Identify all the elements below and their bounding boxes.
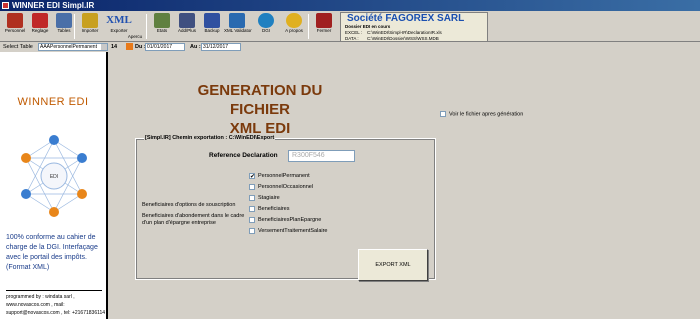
company-panel: Société FAGOREX SARL Dossier EDI en cour… bbox=[340, 12, 488, 42]
side-label-options: Beneficiaires d'options de souscription bbox=[142, 202, 236, 208]
type-option-beneficiaires-plan-epargne[interactable]: BeneficiairesPlanEpargne bbox=[249, 215, 328, 226]
dossier-label: Dossier EDI en cours bbox=[345, 24, 391, 29]
tools-icon bbox=[32, 13, 48, 28]
reports-icon bbox=[154, 13, 170, 28]
toolbar-separator bbox=[74, 14, 75, 39]
type-checkbox[interactable] bbox=[249, 227, 255, 234]
page-title: GENERATION DU FICHIER XML EDI bbox=[197, 82, 323, 137]
edi-diagram: EDI bbox=[21, 135, 87, 217]
credit-text: programmed by : windata sarl , www.novas… bbox=[6, 294, 106, 316]
type-list: PersonnelPermanent PersonnelOccasionnel … bbox=[249, 171, 328, 237]
fermer-button[interactable]: Fermer bbox=[311, 13, 337, 40]
type-option-personnel-occasionnel[interactable]: PersonnelOccasionnel bbox=[249, 182, 328, 193]
calendar-icon[interactable] bbox=[126, 43, 133, 50]
add-icon bbox=[179, 13, 195, 28]
excel-label: EXCEL : bbox=[345, 30, 363, 35]
importer-button[interactable]: Importer bbox=[77, 13, 103, 40]
app-icon bbox=[2, 2, 9, 9]
type-checkbox[interactable] bbox=[249, 183, 255, 190]
data-label: DATA : bbox=[345, 36, 359, 41]
type-option-personnel-permanent[interactable]: PersonnelPermanent bbox=[249, 171, 328, 183]
to-label: Au : bbox=[190, 44, 201, 50]
exit-icon bbox=[316, 13, 332, 28]
reference-input[interactable]: R300F546 bbox=[288, 150, 355, 162]
ref-label: Reference Declaration bbox=[209, 152, 278, 159]
table-select[interactable]: AAAPersonnelPermanent bbox=[38, 43, 108, 51]
dgi-button[interactable]: DGI bbox=[253, 13, 279, 40]
a-propos-button[interactable]: A propos bbox=[281, 13, 307, 40]
data-path: C:\WinEDI\Dossier\WSS\WSS.MDB bbox=[367, 36, 439, 41]
add-plus-button[interactable]: Add/Plus bbox=[174, 13, 200, 40]
toolbar-separator bbox=[308, 14, 309, 39]
etats-button[interactable]: Etats bbox=[149, 13, 175, 40]
record-count: 14 bbox=[111, 44, 118, 50]
xml-validator-button[interactable]: XML Validator bbox=[224, 13, 252, 40]
about-icon bbox=[286, 13, 302, 28]
side-label-abondement: Beneficiaires d'abondement dans le cadre… bbox=[142, 213, 245, 226]
personnel-button[interactable]: Personnel bbox=[2, 13, 28, 40]
xml-export-icon: XML bbox=[106, 14, 132, 26]
select-table-bar: Select Table AAAPersonnelPermanent 14 Du… bbox=[0, 42, 700, 52]
export-xml-button[interactable]: EXPORT XML bbox=[358, 249, 428, 281]
type-checkbox[interactable] bbox=[249, 216, 255, 223]
app-window: WINNER EDI Simpl.IR Personnel Reglage Ta… bbox=[0, 0, 700, 319]
company-name: Société FAGOREX SARL bbox=[347, 13, 465, 24]
left-panel: WINNER EDI EDI 100% conforme au cahier d… bbox=[0, 52, 108, 319]
toolbar-separator bbox=[146, 14, 147, 39]
window-title: WINNER EDI Simpl.IR bbox=[12, 1, 95, 10]
table-icon bbox=[56, 13, 72, 28]
people-icon bbox=[7, 13, 23, 28]
show-file-option[interactable]: Voir le fichier apres génération bbox=[440, 111, 523, 117]
type-option-stagiaire[interactable]: Stagiaire bbox=[249, 193, 328, 204]
validator-icon bbox=[229, 13, 245, 28]
tagline: 100% conforme au cahier de charge de la … bbox=[6, 234, 98, 271]
show-file-checkbox[interactable] bbox=[440, 111, 446, 117]
apercu-button[interactable]: Apercu bbox=[122, 27, 148, 40]
type-option-beneficiaires[interactable]: Beneficiaires bbox=[249, 204, 328, 215]
edi-center-label: EDI bbox=[50, 174, 58, 180]
type-checkbox[interactable] bbox=[249, 172, 255, 183]
reglage-button[interactable]: Reglage bbox=[27, 13, 53, 40]
dgi-icon bbox=[258, 13, 274, 28]
select-table-label: Select Table bbox=[3, 44, 33, 50]
type-checkbox[interactable] bbox=[249, 194, 255, 201]
import-icon bbox=[82, 13, 98, 28]
main-panel: GENERATION DU FICHIER XML EDI Voir le fi… bbox=[110, 52, 700, 319]
chevron-down-icon bbox=[101, 44, 107, 50]
divider bbox=[6, 290, 102, 291]
type-option-versement-traitement-salaire[interactable]: VersementTraitementSalaire bbox=[249, 226, 328, 237]
excel-path: C:\WinEDI\Simpl-IR\DeclarationIR.xls bbox=[367, 30, 442, 35]
backup-icon bbox=[204, 13, 220, 28]
brand-title: WINNER EDI bbox=[17, 96, 89, 108]
to-date-input[interactable]: 31/12/2017 bbox=[201, 43, 241, 51]
backup-button[interactable]: Backup bbox=[199, 13, 225, 40]
from-date-input[interactable]: 01/01/2017 bbox=[145, 43, 185, 51]
group-title: [Simpl.IR] Chemin exportation : C:\WinED… bbox=[144, 135, 276, 141]
title-bar: WINNER EDI Simpl.IR bbox=[0, 0, 700, 11]
